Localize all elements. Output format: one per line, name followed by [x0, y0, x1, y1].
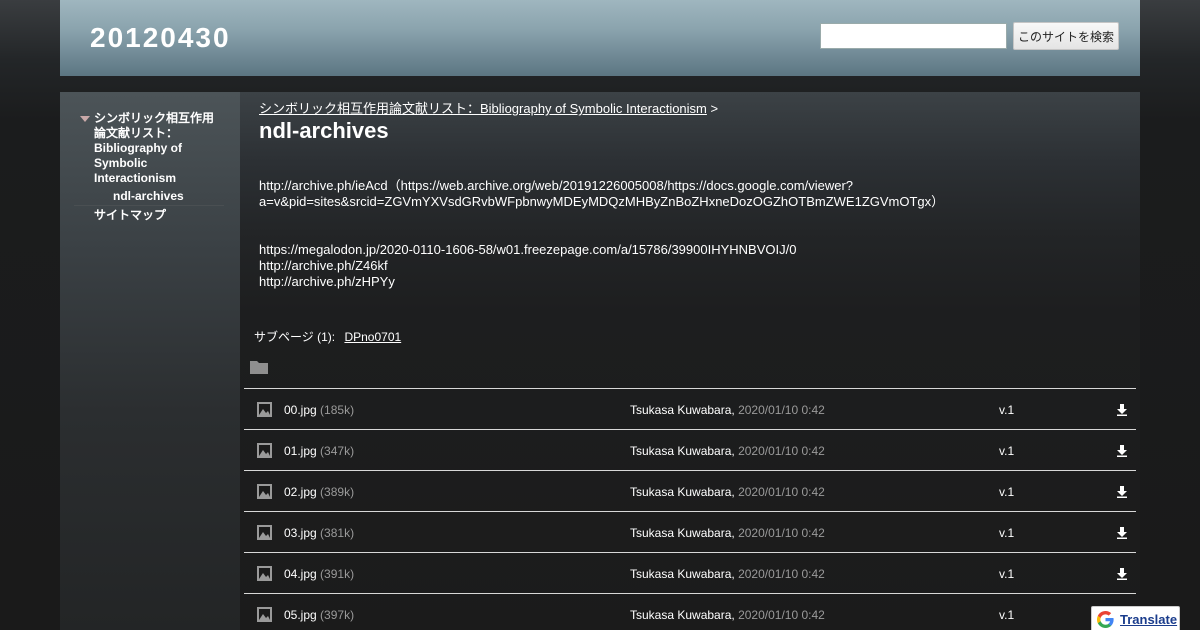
sidebar-item-bibliography[interactable]: シンボリック相互作用 論文献リスト： Bibliography of Symbo… — [94, 111, 214, 186]
file-link[interactable]: 00.jpg — [284, 403, 317, 417]
file-name-cell: 04.jpg (391k) — [284, 567, 354, 581]
site-title[interactable]: 20120430 — [90, 22, 231, 54]
expand-arrow-icon[interactable] — [80, 116, 90, 122]
version-link[interactable]: v.1 — [999, 526, 1014, 540]
subpages-list: サブページ (1): DPno0701 — [254, 328, 401, 345]
file-name-cell: 03.jpg (381k) — [284, 526, 354, 540]
file-size: (347k) — [320, 444, 355, 458]
sidebar-item-ndl-archives[interactable]: ndl-archives — [113, 189, 184, 204]
file-link[interactable]: 03.jpg — [284, 526, 317, 540]
sidebar-item-label: 論文献リスト： — [94, 126, 179, 140]
file-date: 2020/01/10 0:42 — [738, 526, 825, 540]
file-date: 2020/01/10 0:42 — [738, 567, 825, 581]
file-name-cell: 01.jpg (347k) — [284, 444, 354, 458]
author-name: Tsukasa Kuwabara, — [630, 485, 735, 499]
image-icon — [257, 443, 272, 458]
breadcrumb: シンボリック相互作用論文献リスト：Bibliography of Symboli… — [259, 98, 718, 117]
main-content: シンボリック相互作用論文献リスト：Bibliography of Symboli… — [240, 92, 1140, 630]
author-name: Tsukasa Kuwabara, — [630, 444, 735, 458]
translate-link[interactable]: Translate — [1120, 612, 1177, 627]
image-icon — [257, 607, 272, 622]
download-icon[interactable] — [1116, 486, 1128, 498]
file-date: 2020/01/10 0:42 — [738, 444, 825, 458]
file-date: 2020/01/10 0:42 — [738, 485, 825, 499]
download-icon[interactable] — [1116, 445, 1128, 457]
author-name: Tsukasa Kuwabara, — [630, 403, 735, 417]
file-link[interactable]: 05.jpg — [284, 608, 317, 622]
sidebar-divider — [74, 205, 224, 206]
table-row: 03.jpg (381k) Tsukasa Kuwabara, 2020/01/… — [244, 511, 1136, 552]
table-row: 01.jpg (347k) Tsukasa Kuwabara, 2020/01/… — [244, 429, 1136, 470]
page-title: ndl-archives — [259, 118, 389, 143]
sidebar-item-label: Interactionism — [94, 171, 177, 185]
table-row: 00.jpg (185k) Tsukasa Kuwabara, 2020/01/… — [244, 388, 1136, 429]
text-line: a=v&pid=sites&srcid=ZGVmYXVsdGRvbWFpbnwy… — [259, 194, 945, 209]
image-icon — [257, 402, 272, 417]
file-name-cell: 05.jpg (397k) — [284, 608, 354, 622]
subpages-label: サブページ (1): — [254, 330, 336, 344]
table-row: 02.jpg (389k) Tsukasa Kuwabara, 2020/01/… — [244, 470, 1136, 511]
version-link[interactable]: v.1 — [999, 403, 1014, 417]
version-link[interactable]: v.1 — [999, 608, 1014, 622]
author-cell: Tsukasa Kuwabara, 2020/01/10 0:42 — [630, 567, 825, 581]
download-icon[interactable] — [1116, 568, 1128, 580]
file-size: (185k) — [320, 403, 355, 417]
google-g-icon — [1097, 610, 1114, 628]
translate-widget[interactable]: Translate — [1091, 606, 1180, 630]
search-button[interactable]: このサイトを検索 — [1013, 22, 1119, 50]
file-size: (389k) — [320, 485, 355, 499]
author-cell: Tsukasa Kuwabara, 2020/01/10 0:42 — [630, 403, 825, 417]
version-link[interactable]: v.1 — [999, 567, 1014, 581]
sidebar-nav: シンボリック相互作用 論文献リスト： Bibliography of Symbo… — [60, 92, 240, 630]
mirror-links-paragraph: https://megalodon.jp/2020-0110-1606-58/w… — [259, 242, 796, 290]
author-cell: Tsukasa Kuwabara, 2020/01/10 0:42 — [630, 444, 825, 458]
site-header: 20120430 このサイトを検索 — [60, 0, 1140, 76]
download-icon[interactable] — [1116, 527, 1128, 539]
author-name: Tsukasa Kuwabara, — [630, 567, 735, 581]
file-name-cell: 00.jpg (185k) — [284, 403, 354, 417]
image-icon — [257, 484, 272, 499]
file-link[interactable]: 01.jpg — [284, 444, 317, 458]
file-date: 2020/01/10 0:42 — [738, 403, 825, 417]
subpage-link[interactable]: DPno0701 — [344, 330, 401, 344]
author-cell: Tsukasa Kuwabara, 2020/01/10 0:42 — [630, 526, 825, 540]
file-size: (397k) — [320, 608, 355, 622]
file-size: (381k) — [320, 526, 355, 540]
breadcrumb-separator: > — [710, 101, 719, 116]
author-name: Tsukasa Kuwabara, — [630, 608, 735, 622]
sidebar-item-label: シンボリック相互作用 — [94, 111, 215, 125]
file-link[interactable]: 02.jpg — [284, 485, 317, 499]
author-cell: Tsukasa Kuwabara, 2020/01/10 0:42 — [630, 485, 825, 499]
download-icon[interactable] — [1116, 404, 1128, 416]
text-line: http://archive.ph/zHPYy — [259, 274, 395, 289]
author-cell: Tsukasa Kuwabara, 2020/01/10 0:42 — [630, 608, 825, 622]
sidebar-item-sitemap[interactable]: サイトマップ — [94, 208, 166, 223]
text-line: http://archive.ph/Z46kf — [259, 258, 388, 273]
text-line: http://archive.ph/ieAcd（https://web.arch… — [259, 178, 854, 193]
file-name-cell: 02.jpg (389k) — [284, 485, 354, 499]
file-link[interactable]: 04.jpg — [284, 567, 317, 581]
table-row: 05.jpg (397k) Tsukasa Kuwabara, 2020/01/… — [244, 593, 1136, 630]
sidebar-item-label: Bibliography of — [94, 141, 182, 155]
sidebar-item-label: Symbolic — [94, 156, 148, 170]
table-row: 04.jpg (391k) Tsukasa Kuwabara, 2020/01/… — [244, 552, 1136, 593]
author-name: Tsukasa Kuwabara, — [630, 526, 735, 540]
search-input[interactable] — [820, 23, 1007, 49]
image-icon — [257, 566, 272, 581]
version-link[interactable]: v.1 — [999, 485, 1014, 499]
file-size: (391k) — [320, 567, 355, 581]
file-date: 2020/01/10 0:42 — [738, 608, 825, 622]
folder-icon[interactable] — [250, 360, 268, 374]
image-icon — [257, 525, 272, 540]
breadcrumb-link[interactable]: シンボリック相互作用論文献リスト：Bibliography of Symboli… — [259, 101, 707, 116]
archive-link-paragraph: http://archive.ph/ieAcd（https://web.arch… — [259, 178, 944, 210]
version-link[interactable]: v.1 — [999, 444, 1014, 458]
text-line: https://megalodon.jp/2020-0110-1606-58/w… — [259, 242, 797, 257]
